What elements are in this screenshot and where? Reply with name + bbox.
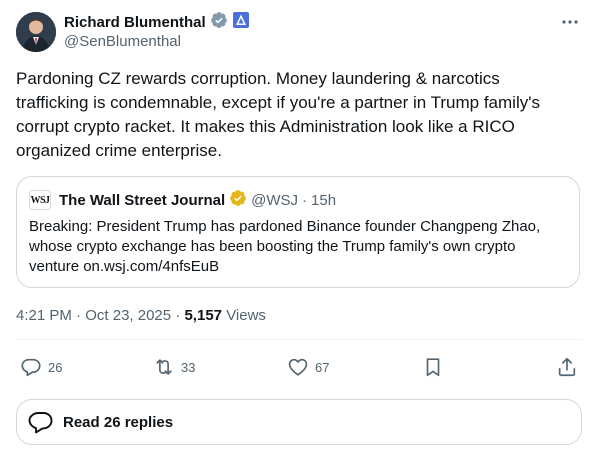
read-replies-button[interactable]: Read 26 replies (16, 399, 582, 445)
repost-button[interactable]: 33 (153, 355, 195, 379)
post-date[interactable]: Oct 23, 2025 (85, 307, 171, 324)
views-label: Views (226, 307, 266, 324)
action-bar: 26 33 67 (16, 355, 582, 379)
verified-badge-icon (210, 11, 228, 34)
quote-author-handle: @WSJ (251, 191, 299, 209)
post-text: Pardoning CZ rewards corruption. Money l… (16, 69, 545, 160)
post: Richard Blumenthal @SenBlumenthal Pardon… (0, 0, 598, 453)
repost-count: 33 (181, 359, 196, 375)
like-count: 67 (315, 359, 330, 375)
meta-separator: · (76, 307, 82, 324)
share-icon (558, 357, 576, 377)
quote-header: WSJ The Wall Street Journal @WSJ · 15h (29, 189, 336, 211)
replies-bubble-icon (28, 412, 53, 434)
share-button[interactable] (556, 355, 578, 379)
divider (16, 339, 582, 340)
bookmark-icon (426, 358, 440, 377)
reply-button[interactable]: 26 (20, 355, 62, 379)
avatar[interactable] (16, 12, 56, 52)
wsj-logo: WSJ (29, 190, 51, 210)
quote-text: Breaking: President Trump has pardoned B… (29, 218, 541, 275)
post-time[interactable]: 4:21 PM (16, 307, 72, 324)
quote-author-name: The Wall Street Journal (59, 191, 226, 209)
reply-count: 26 (48, 359, 63, 375)
post-meta: 4:21 PM · Oct 23, 2025 · 5,157 Views (16, 307, 266, 324)
heart-icon (288, 358, 308, 376)
like-button[interactable]: 67 (287, 355, 329, 379)
repost-icon (156, 359, 172, 375)
government-badge-icon (232, 11, 250, 34)
author-name[interactable]: Richard Blumenthal (64, 14, 206, 31)
quoted-post[interactable]: WSJ The Wall Street Journal @WSJ · 15h B… (16, 176, 580, 288)
quote-separator: · (302, 191, 308, 209)
author-handle[interactable]: @SenBlumenthal (64, 33, 181, 50)
quote-time: 15h (311, 191, 337, 209)
read-replies-label: Read 26 replies (63, 413, 174, 431)
meta-separator: · (175, 307, 181, 324)
post-header: Richard Blumenthal @SenBlumenthal (16, 11, 582, 54)
gold-verified-badge-icon (229, 189, 247, 211)
more-options-icon[interactable] (558, 12, 582, 32)
views-count: 5,157 (184, 307, 223, 324)
reply-icon (21, 358, 41, 377)
name-row: Richard Blumenthal (64, 11, 250, 34)
bookmark-button[interactable] (422, 355, 444, 379)
